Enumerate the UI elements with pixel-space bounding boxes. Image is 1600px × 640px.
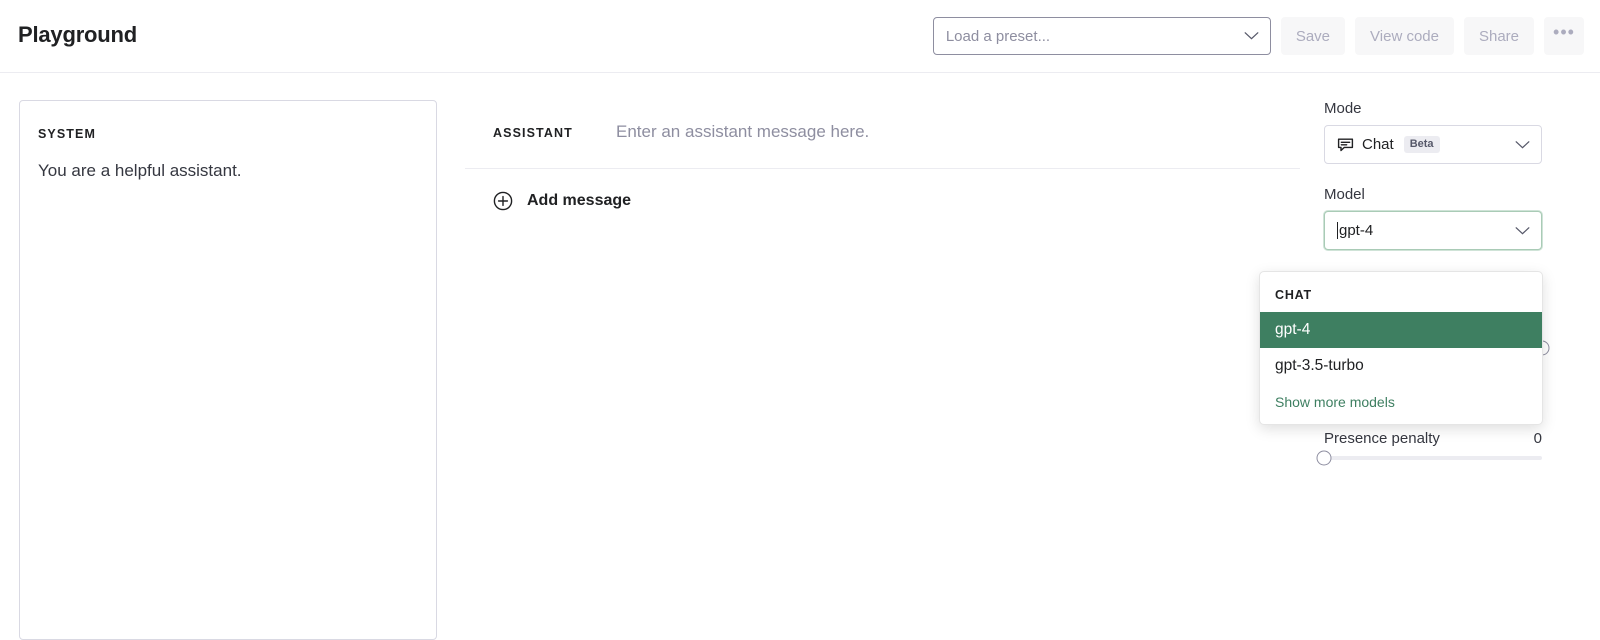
message-row-assistant[interactable]: ASSISTANT Enter an assistant message her… xyxy=(465,100,1300,169)
mode-value: Chat xyxy=(1362,136,1394,153)
slider-value: 0 xyxy=(1533,430,1542,447)
system-message-panel[interactable]: SYSTEM You are a helpful assistant. xyxy=(19,100,437,640)
mode-label: Mode xyxy=(1324,100,1362,117)
model-value: gpt-4 xyxy=(1339,222,1374,239)
messages-area: ASSISTANT Enter an assistant message her… xyxy=(465,100,1300,211)
more-options-button[interactable]: ••• xyxy=(1544,17,1584,55)
dropdown-group-title: CHAT xyxy=(1275,288,1312,302)
slider-knob[interactable] xyxy=(1316,450,1332,466)
beta-badge: Beta xyxy=(1403,136,1440,153)
chevron-down-icon xyxy=(1244,32,1259,41)
system-message-input[interactable]: You are a helpful assistant. xyxy=(38,159,418,184)
dropdown-option-gpt-4[interactable]: gpt-4 xyxy=(1260,312,1542,348)
add-message-label: Add message xyxy=(527,192,632,209)
model-select[interactable]: gpt-4 xyxy=(1324,211,1542,250)
plus-circle-icon xyxy=(493,191,513,211)
show-more-models-link[interactable]: Show more models xyxy=(1260,384,1542,414)
slider-header: Presence penalty 0 xyxy=(1324,430,1542,447)
add-message-button[interactable]: Add message xyxy=(465,169,1300,211)
model-dropdown-menu[interactable]: CHAT gpt-4 gpt-3.5-turbo Show more model… xyxy=(1259,271,1543,425)
page-title: Playground xyxy=(18,22,138,47)
app-header: Playground Load a preset... Save View co… xyxy=(0,0,1600,73)
load-preset-select[interactable]: Load a preset... xyxy=(932,17,1271,55)
slider-label: Presence penalty xyxy=(1324,430,1440,447)
system-label: SYSTEM xyxy=(38,127,96,141)
text-caret xyxy=(1337,222,1338,239)
slider-track[interactable] xyxy=(1316,450,1542,466)
model-label: Model xyxy=(1324,186,1365,203)
save-button[interactable]: Save xyxy=(1280,17,1346,55)
mode-select[interactable]: Chat Beta xyxy=(1324,125,1542,164)
chevron-down-icon xyxy=(1515,140,1530,149)
load-preset-placeholder: Load a preset... xyxy=(945,27,1051,45)
header-actions: Load a preset... Save View code Share ••… xyxy=(932,17,1584,55)
dropdown-option-gpt-3-5-turbo[interactable]: gpt-3.5-turbo xyxy=(1260,348,1542,384)
message-role-label: ASSISTANT xyxy=(493,126,573,140)
slider-presence-penalty: Presence penalty 0 xyxy=(1316,430,1542,466)
view-code-button[interactable]: View code xyxy=(1355,17,1454,55)
chevron-down-icon xyxy=(1515,226,1530,235)
assistant-message-input[interactable]: Enter an assistant message here. xyxy=(616,122,869,142)
share-button[interactable]: Share xyxy=(1463,17,1534,55)
chat-bubble-icon xyxy=(1337,136,1354,153)
